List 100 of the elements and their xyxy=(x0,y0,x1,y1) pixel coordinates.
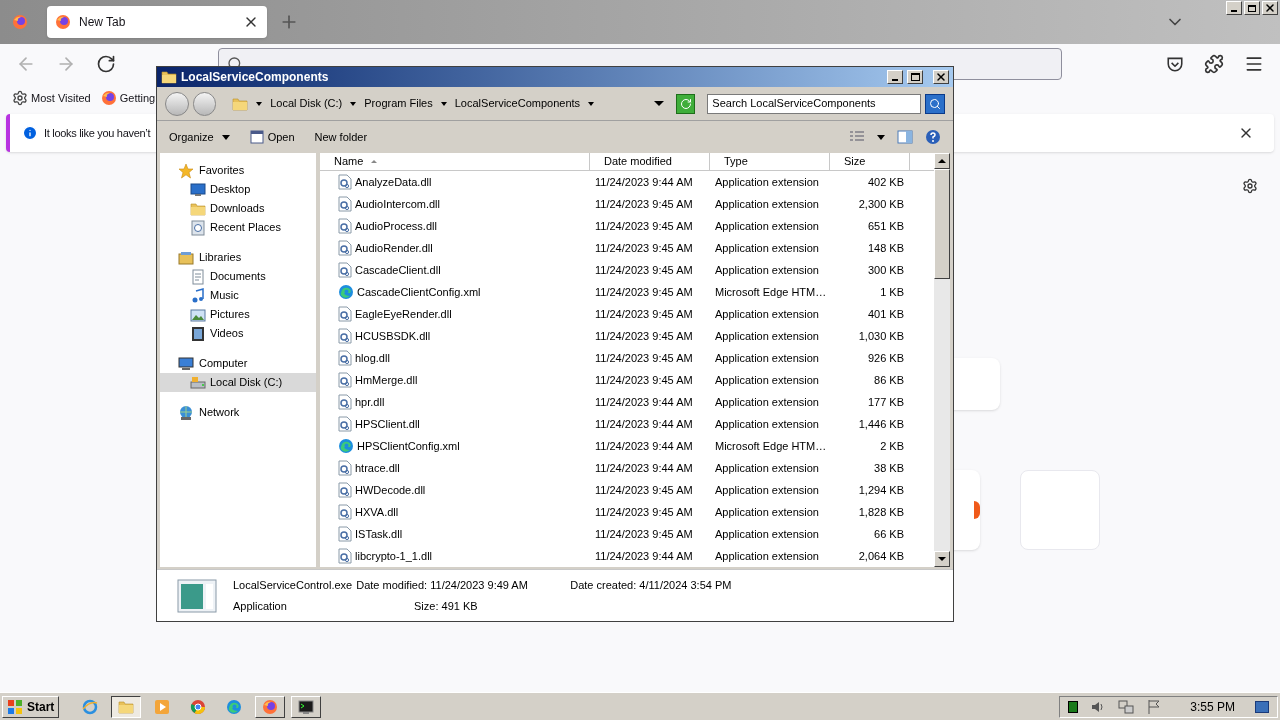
file-row[interactable]: HCUSBSDK.dll 11/24/2023 9:45 AM Application extension 1,030 KB xyxy=(320,325,934,347)
breadcrumb-item[interactable]: Program Files xyxy=(364,95,433,112)
file-row[interactable]: AudioProcess.dll 11/24/2023 9:45 AM Application extension 651 KB xyxy=(320,215,934,237)
file-row[interactable]: EagleEyeRender.dll 11/24/2023 9:45 AM Application extension 401 KB xyxy=(320,303,934,325)
nav-item[interactable]: Local Disk (C:) xyxy=(160,373,316,392)
column-header[interactable]: Type xyxy=(710,153,830,170)
minimize-button[interactable] xyxy=(887,70,903,84)
browser-tab[interactable]: New Tab xyxy=(47,6,267,38)
status-indicator-icon[interactable] xyxy=(1068,700,1079,713)
file-date: 11/24/2023 9:45 AM xyxy=(594,306,694,322)
address-breadcrumb[interactable]: Local Disk (C:) Program Files LocalServiceComponents xyxy=(232,91,664,116)
breadcrumb-item[interactable]: LocalServiceComponents xyxy=(454,95,581,112)
breadcrumb-caret-icon[interactable] xyxy=(350,101,357,106)
file-name: AnalyzeData.dll xyxy=(355,174,432,190)
extensions-icon[interactable] xyxy=(1204,54,1224,74)
nav-item[interactable]: Computer xyxy=(160,354,316,373)
nav-item[interactable]: Network xyxy=(160,403,316,422)
search-field[interactable]: Search LocalServiceComponents xyxy=(707,93,922,114)
nav-item[interactable]: Videos xyxy=(160,324,316,343)
file-row[interactable]: HPSClient.dll 11/24/2023 9:44 AM Application extension 1,446 KB xyxy=(320,413,934,435)
network-icon[interactable] xyxy=(1118,698,1135,715)
file-row[interactable]: HWDecode.dll 11/24/2023 9:45 AM Application extension 1,294 KB xyxy=(320,479,934,501)
clock[interactable]: 3:55 PM xyxy=(1190,697,1235,716)
nav-item[interactable]: Documents xyxy=(160,267,316,286)
show-desktop-icon[interactable] xyxy=(1255,700,1269,713)
file-name: libcrypto-1_1.dll xyxy=(355,548,433,564)
file-row[interactable]: HPSClientConfig.xml 11/24/2023 9:44 AM Microsoft Edge HTM… 2 KB xyxy=(320,435,934,457)
file-name: htrace.dll xyxy=(355,460,400,476)
file-size: 1 KB xyxy=(879,284,904,300)
breadcrumb-caret-icon[interactable] xyxy=(588,101,595,106)
file-size: 1,030 KB xyxy=(857,328,904,344)
nav-item[interactable]: Downloads xyxy=(160,199,316,218)
forward-button[interactable] xyxy=(192,91,217,116)
maximize-button[interactable] xyxy=(907,70,923,84)
nav-item[interactable]: Desktop xyxy=(160,180,316,199)
file-type: Application extension xyxy=(714,416,820,432)
file-row[interactable]: AnalyzeData.dll 11/24/2023 9:44 AM Application extension 402 KB xyxy=(320,171,934,193)
breadcrumb-item[interactable]: Local Disk (C:) xyxy=(270,95,343,112)
file-row[interactable]: AudioIntercom.dll 11/24/2023 9:45 AM Application extension 2,300 KB xyxy=(320,193,934,215)
file-row[interactable]: libcrypto-1_1.dll 11/24/2023 9:44 AM Application extension 2,064 KB xyxy=(320,545,934,567)
file-date: 11/24/2023 9:45 AM xyxy=(594,218,694,234)
gear-file-icon xyxy=(338,262,352,278)
file-size: 177 KB xyxy=(866,394,904,410)
library-icon xyxy=(178,249,194,266)
bookmark-item[interactable]: Most Visited xyxy=(12,89,91,107)
file-row[interactable]: CascadeClient.dll 11/24/2023 9:45 AM Application extension 300 KB xyxy=(320,259,934,281)
file-row[interactable]: ISTask.dll 11/24/2023 9:45 AM Application extension 66 KB xyxy=(320,523,934,545)
file-row[interactable]: HXVA.dll 11/24/2023 9:45 AM Application extension 1,828 KB xyxy=(320,501,934,523)
breadcrumb-caret-icon[interactable] xyxy=(440,101,447,106)
help-icon[interactable] xyxy=(925,129,941,145)
nav-item[interactable]: Pictures xyxy=(160,305,316,324)
file-name: HPSClientConfig.xml xyxy=(357,438,460,454)
file-row[interactable]: HmMerge.dll 11/24/2023 9:45 AM Application extension 86 KB xyxy=(320,369,934,391)
scrollbar[interactable] xyxy=(934,153,950,567)
search-placeholder: Search LocalServiceComponents xyxy=(712,96,876,112)
file-name: HXVA.dll xyxy=(355,504,399,520)
file-row[interactable]: CascadeClientConfig.xml 11/24/2023 9:45 AM Microsoft Edge HTM… 1 KB xyxy=(320,281,934,303)
close-icon xyxy=(935,71,947,83)
reload-icon[interactable] xyxy=(96,54,116,74)
file-row[interactable]: hpr.dll 11/24/2023 9:44 AM Application extension 177 KB xyxy=(320,391,934,413)
file-row[interactable]: hlog.dll 11/24/2023 9:45 AM Application extension 926 KB xyxy=(320,347,934,369)
file-size: 926 KB xyxy=(866,350,904,366)
file-row[interactable]: htrace.dll 11/24/2023 9:44 AM Application extension 38 KB xyxy=(320,457,934,479)
application-icon xyxy=(177,578,217,613)
start-button[interactable]: Start xyxy=(2,695,60,718)
nav-item[interactable]: Music xyxy=(160,286,316,305)
close-button[interactable] xyxy=(933,70,949,84)
taskbar-app-button[interactable] xyxy=(111,695,142,718)
column-header[interactable]: Date modified xyxy=(590,153,710,170)
organize-button[interactable]: Organize xyxy=(169,128,230,146)
scroll-thumb[interactable] xyxy=(934,169,950,279)
file-row[interactable]: AudioRender.dll 11/24/2023 9:45 AM Application extension 148 KB xyxy=(320,237,934,259)
pocket-icon[interactable] xyxy=(1166,55,1184,73)
menu-icon[interactable] xyxy=(1244,54,1264,74)
refresh-button[interactable] xyxy=(675,93,696,114)
file-date: 11/24/2023 9:45 AM xyxy=(594,526,694,542)
new-folder-button[interactable]: New folder xyxy=(314,128,368,146)
scroll-up-button[interactable] xyxy=(934,153,950,169)
nav-item[interactable]: Libraries xyxy=(160,248,316,267)
view-dropdown-icon[interactable] xyxy=(877,134,885,140)
gear-file-icon xyxy=(338,504,352,520)
restore-button[interactable] xyxy=(1244,1,1260,15)
scroll-down-button[interactable] xyxy=(934,551,950,567)
back-button[interactable] xyxy=(165,91,189,116)
close-button[interactable] xyxy=(1262,1,1278,15)
nav-item[interactable]: Favorites xyxy=(160,161,316,180)
bookmark-item[interactable]: Getting xyxy=(100,89,156,107)
window-icon xyxy=(249,130,264,144)
file-name: CascadeClientConfig.xml xyxy=(357,284,481,300)
open-button[interactable]: Open xyxy=(249,128,295,146)
column-header[interactable]: Size xyxy=(830,153,910,170)
settings-icon[interactable] xyxy=(1242,178,1258,194)
breadcrumb-caret-icon[interactable] xyxy=(256,101,263,106)
column-header[interactable]: Name xyxy=(320,153,590,170)
file-type: Microsoft Edge HTM… xyxy=(714,284,828,300)
tab-title: New Tab xyxy=(79,14,127,31)
nav-item[interactable]: Recent Places xyxy=(160,218,316,237)
search-button[interactable] xyxy=(925,93,945,114)
minimize-button[interactable] xyxy=(1226,1,1242,15)
history-dropdown-icon[interactable] xyxy=(653,101,664,106)
